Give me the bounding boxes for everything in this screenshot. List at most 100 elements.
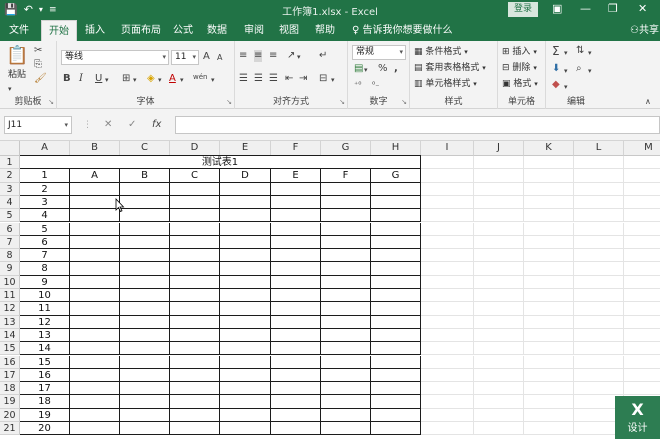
cell-g4[interactable] bbox=[321, 195, 371, 210]
clear-icon[interactable]: ◆ bbox=[552, 79, 560, 91]
row-header-1[interactable]: 1 bbox=[0, 156, 20, 170]
row-header-6[interactable]: 6 bbox=[0, 222, 20, 236]
column-header-h[interactable]: H bbox=[371, 141, 421, 156]
decrease-decimal-icon[interactable]: ⁰₋ bbox=[372, 79, 379, 91]
cell-k21[interactable] bbox=[524, 422, 574, 436]
phonetic-dropdown-icon[interactable]: ▾ bbox=[211, 74, 215, 86]
cell-d9[interactable] bbox=[170, 262, 220, 276]
cell-j5[interactable] bbox=[474, 209, 524, 223]
cell-l3[interactable] bbox=[574, 182, 624, 196]
cell-a2[interactable]: 1 bbox=[20, 169, 70, 183]
cell-l15[interactable] bbox=[574, 342, 624, 356]
accounting-dropdown-icon[interactable]: ▾ bbox=[364, 64, 368, 76]
cell-j18[interactable] bbox=[474, 382, 524, 396]
minimize-button[interactable]: — bbox=[580, 2, 591, 15]
cell-a9[interactable]: 8 bbox=[20, 262, 70, 276]
column-header-b[interactable]: B bbox=[70, 141, 120, 156]
cell-l13[interactable] bbox=[574, 315, 624, 329]
cell-m7[interactable] bbox=[624, 236, 660, 250]
cell-b11[interactable] bbox=[70, 289, 120, 303]
cell-h14[interactable] bbox=[371, 328, 421, 343]
cell-e21[interactable] bbox=[220, 422, 271, 436]
name-box[interactable]: J11 ▾ bbox=[4, 116, 72, 134]
bottom-align-icon[interactable]: ≡ bbox=[269, 50, 277, 62]
row-header-4[interactable]: 4 bbox=[0, 195, 20, 210]
cell-a20[interactable]: 19 bbox=[20, 408, 70, 422]
cell-d18[interactable] bbox=[170, 382, 220, 396]
cell-l11[interactable] bbox=[574, 289, 624, 303]
cell-e17[interactable] bbox=[220, 368, 271, 383]
cell-g15[interactable] bbox=[321, 342, 371, 356]
number-launcher-icon[interactable]: ↘ bbox=[401, 98, 407, 106]
tab-page-layout[interactable]: 页面布局 bbox=[117, 20, 165, 41]
cell-i4[interactable] bbox=[421, 195, 474, 210]
cell-h2[interactable]: G bbox=[371, 169, 421, 183]
column-header-c[interactable]: C bbox=[120, 141, 170, 156]
cut-icon[interactable]: ✂ bbox=[34, 45, 42, 57]
cell-e4[interactable] bbox=[220, 195, 271, 210]
share-button[interactable]: ⚇共享 bbox=[630, 20, 659, 41]
cell-m14[interactable] bbox=[624, 329, 660, 343]
middle-align-icon[interactable]: ≡ bbox=[254, 50, 263, 62]
cell-f2[interactable]: E bbox=[271, 169, 321, 183]
cell-a4[interactable]: 3 bbox=[20, 195, 70, 210]
cell-m18[interactable] bbox=[624, 382, 660, 396]
cell-d13[interactable] bbox=[170, 315, 220, 329]
cell-h11[interactable] bbox=[371, 289, 421, 303]
cell-c5[interactable] bbox=[120, 209, 170, 223]
cell-f18[interactable] bbox=[271, 382, 321, 396]
delete-cells-button[interactable]: ⊟ 删除 ▾ bbox=[502, 62, 537, 74]
cell-l4[interactable] bbox=[574, 195, 624, 210]
cell-h12[interactable] bbox=[371, 302, 421, 316]
column-header-f[interactable]: F bbox=[271, 141, 321, 156]
borders-dropdown-icon[interactable]: ▾ bbox=[133, 74, 137, 86]
cell-i13[interactable] bbox=[421, 315, 474, 329]
cell-m12[interactable] bbox=[624, 302, 660, 316]
cell-e18[interactable] bbox=[220, 382, 271, 396]
cell-a19[interactable]: 18 bbox=[20, 395, 70, 409]
cell-m4[interactable] bbox=[624, 196, 660, 210]
cell-d21[interactable] bbox=[170, 422, 220, 436]
cell-a13[interactable]: 12 bbox=[20, 315, 70, 329]
row-header-12[interactable]: 12 bbox=[0, 302, 20, 316]
cell-h10[interactable] bbox=[371, 275, 421, 289]
cell-a7[interactable]: 6 bbox=[20, 235, 70, 250]
align-center-icon[interactable]: ☰ bbox=[254, 73, 263, 85]
cell-j21[interactable] bbox=[474, 422, 524, 436]
cell-d7[interactable] bbox=[170, 235, 220, 250]
cell-d4[interactable] bbox=[170, 195, 220, 210]
column-header-m[interactable]: M bbox=[624, 141, 660, 156]
cell-j15[interactable] bbox=[474, 342, 524, 356]
cell-m6[interactable] bbox=[624, 223, 660, 236]
cell-m8[interactable] bbox=[624, 249, 660, 263]
tab-formulas[interactable]: 公式 bbox=[169, 20, 197, 41]
font-color-icon[interactable]: A bbox=[169, 73, 176, 85]
cell-e19[interactable] bbox=[220, 395, 271, 409]
cell-k19[interactable] bbox=[524, 395, 574, 409]
cell-h18[interactable] bbox=[371, 382, 421, 396]
cell-b7[interactable] bbox=[70, 235, 120, 250]
cell-j19[interactable] bbox=[474, 395, 524, 409]
column-header-d[interactable]: D bbox=[170, 141, 220, 156]
cell-h16[interactable] bbox=[371, 355, 421, 369]
cell-f20[interactable] bbox=[271, 408, 321, 422]
merge-center-icon[interactable]: ⊟ bbox=[319, 73, 327, 85]
cell-c14[interactable] bbox=[120, 328, 170, 343]
cell-d5[interactable] bbox=[170, 209, 220, 223]
cell-d20[interactable] bbox=[170, 408, 220, 422]
cell-k9[interactable] bbox=[524, 262, 574, 276]
insert-function-icon[interactable]: fx bbox=[152, 119, 161, 130]
clear-dropdown-icon[interactable]: ▾ bbox=[564, 81, 568, 93]
cell-d17[interactable] bbox=[170, 368, 220, 383]
cell-k18[interactable] bbox=[524, 382, 574, 396]
close-button[interactable]: ✕ bbox=[638, 2, 647, 15]
cell-j7[interactable] bbox=[474, 235, 524, 250]
row-header-8[interactable]: 8 bbox=[0, 249, 20, 263]
cell-m15[interactable] bbox=[624, 342, 660, 356]
cell-b19[interactable] bbox=[70, 395, 120, 409]
row-header-19[interactable]: 19 bbox=[0, 395, 20, 409]
cell-f11[interactable] bbox=[271, 289, 321, 303]
cell-h17[interactable] bbox=[371, 368, 421, 383]
cell-e16[interactable] bbox=[220, 355, 271, 369]
cell-m1[interactable] bbox=[624, 156, 660, 170]
